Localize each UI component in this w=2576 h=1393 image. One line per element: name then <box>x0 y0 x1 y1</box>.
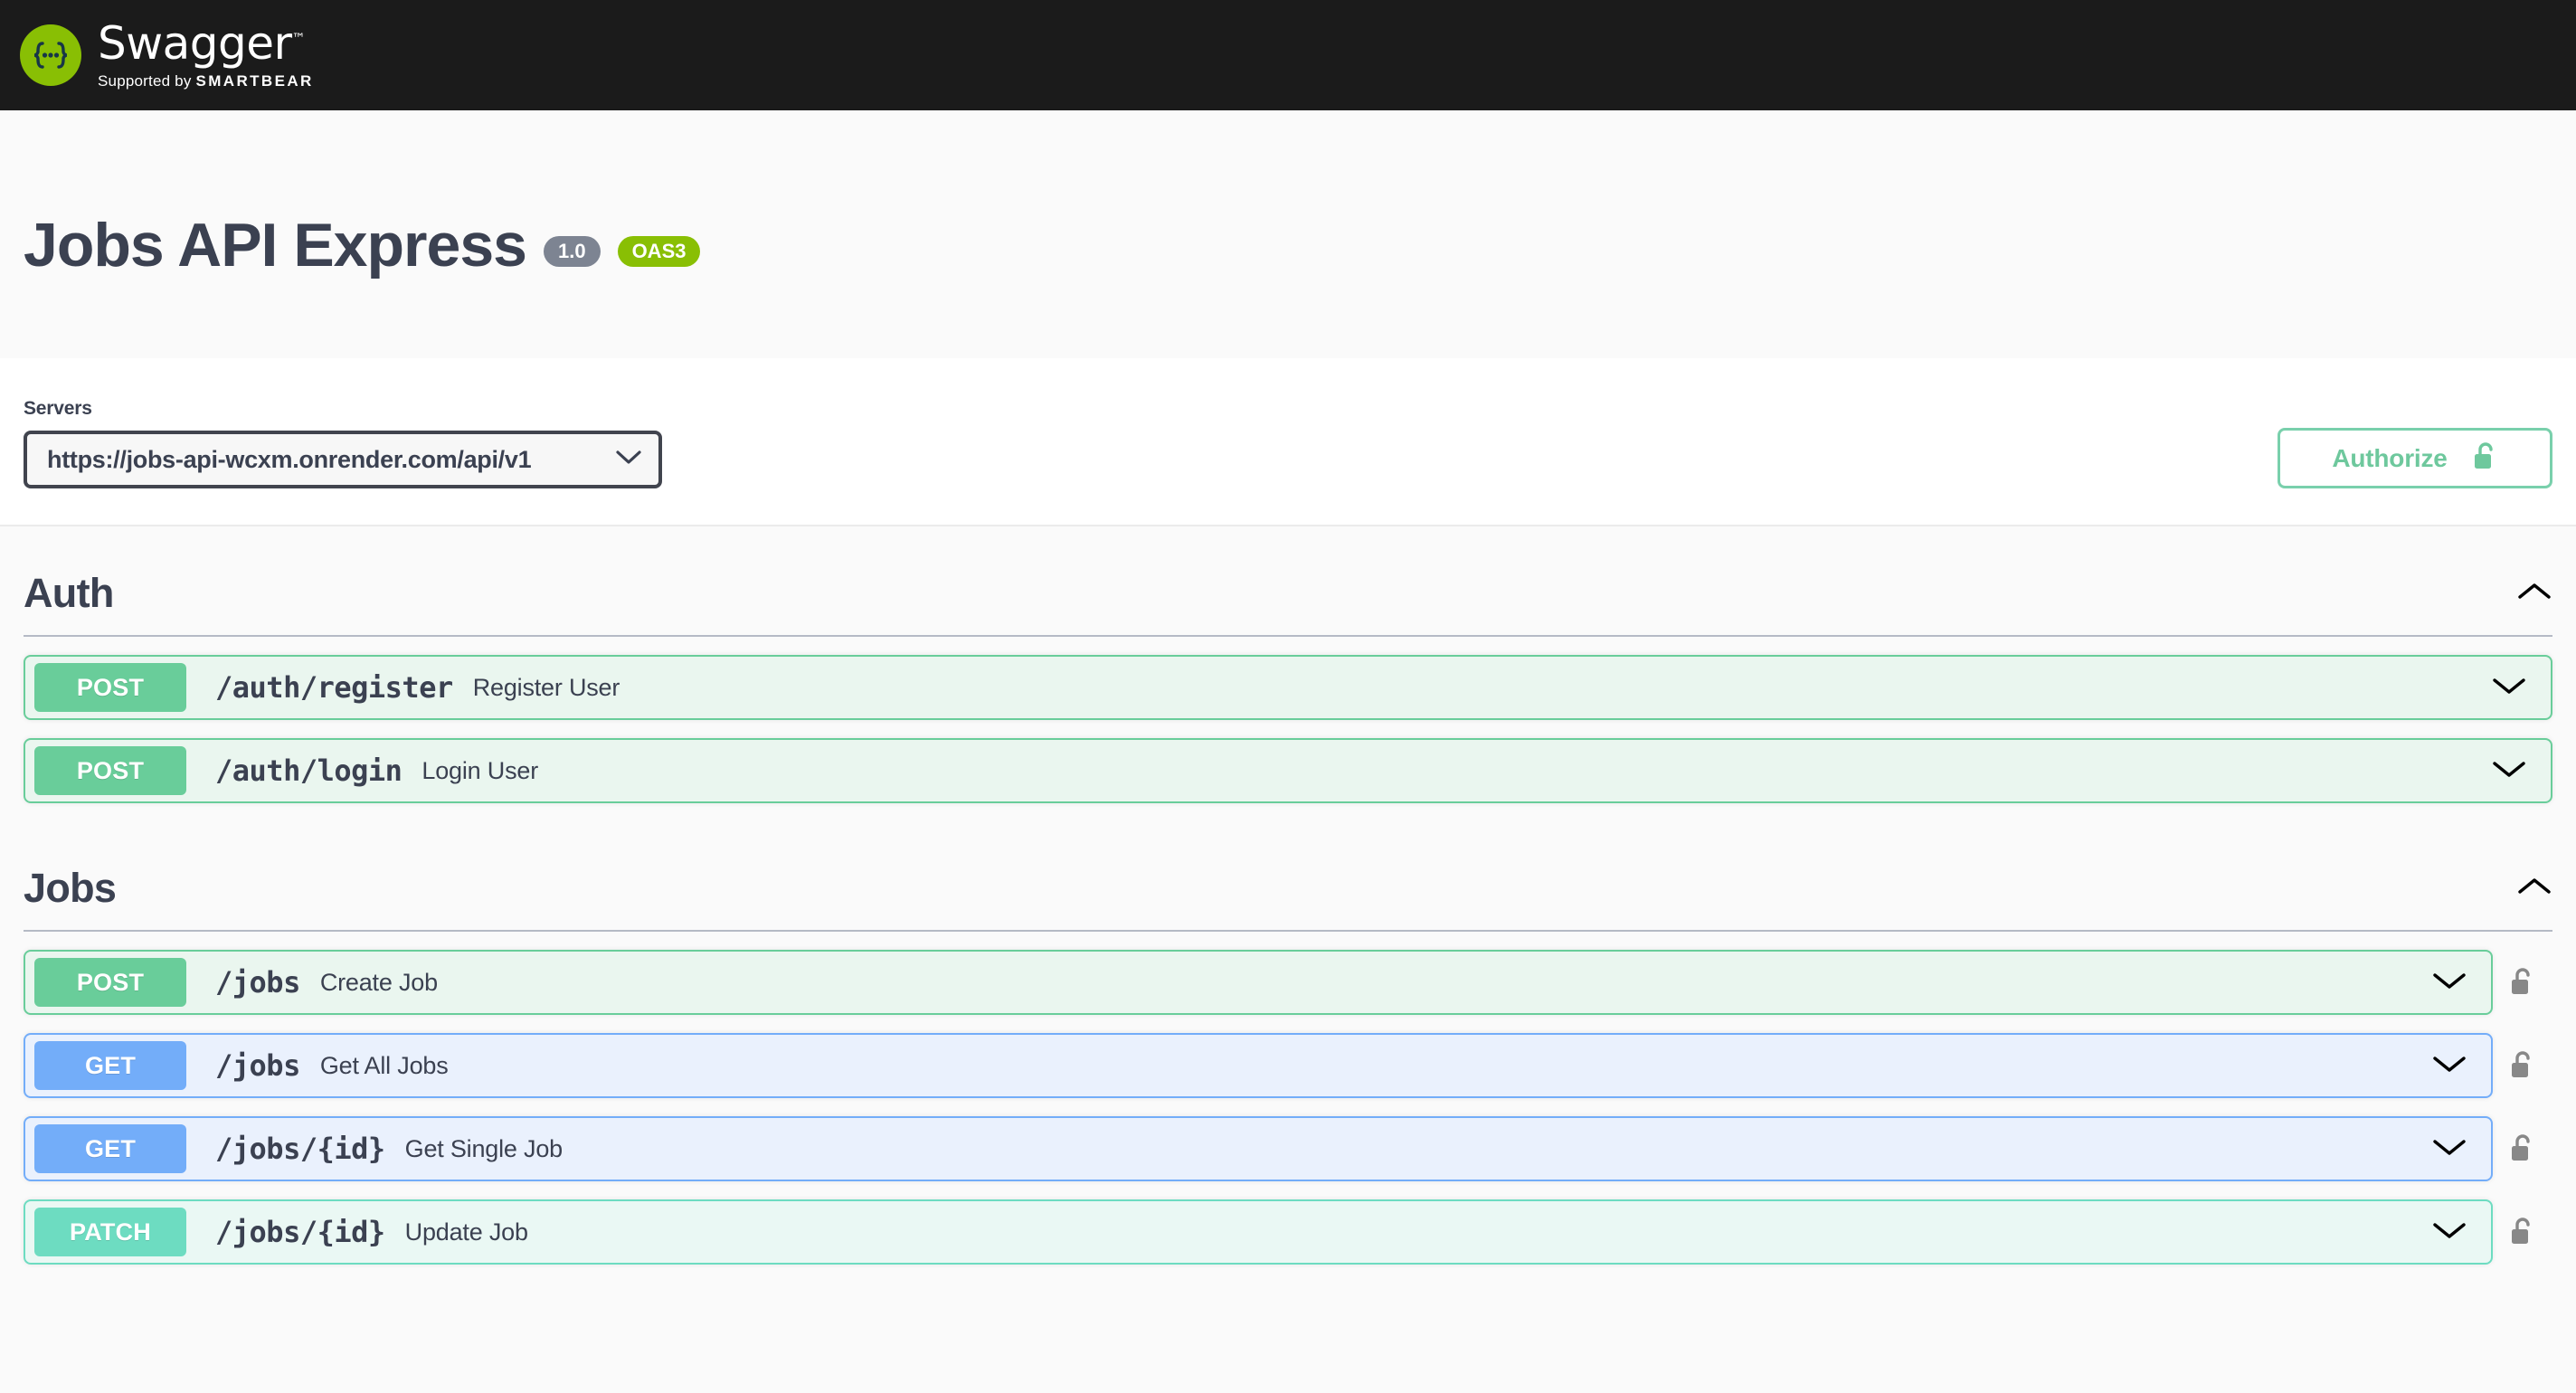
operation-summary: Get All Jobs <box>319 1051 449 1079</box>
swagger-braces-logo-icon <box>20 24 81 86</box>
server-select[interactable]: https://jobs-api-wcxm.onrender.com/api/v… <box>24 431 662 488</box>
swagger-logo-link[interactable]: Swagger™ Supported by SMARTBEAR <box>20 21 314 90</box>
top-navigation-bar: Swagger™ Supported by SMARTBEAR <box>0 0 2576 110</box>
tag-divider <box>24 930 2552 932</box>
chevron-down-icon[interactable] <box>2491 758 2527 784</box>
chevron-down-icon[interactable] <box>2491 675 2527 701</box>
chevron-up-icon[interactable] <box>2516 581 2552 607</box>
chevron-down-icon[interactable] <box>2431 1053 2467 1079</box>
operation-auth-register[interactable]: POST /auth/register Register User <box>24 655 2552 720</box>
method-badge-post: POST <box>34 663 186 712</box>
operation-jobs-update[interactable]: PATCH /jobs/{id} Update Job <box>24 1199 2493 1265</box>
api-info-block: Jobs API Express 1.0 OAS3 <box>0 110 2576 358</box>
tag-section-auth: Auth POST /auth/register Register User P… <box>24 526 2552 803</box>
page-title: Jobs API Express <box>24 211 527 280</box>
method-badge-patch: PATCH <box>34 1208 186 1256</box>
unlocked-padlock-icon <box>2473 441 2498 475</box>
servers-label: Servers <box>24 398 92 419</box>
chevron-down-icon[interactable] <box>2431 1136 2467 1162</box>
tag-name-jobs: Jobs <box>24 865 117 911</box>
trademark-symbol: ™ <box>291 29 306 46</box>
scheme-container: Servers https://jobs-api-wcxm.onrender.c… <box>0 358 2576 526</box>
title-row: Jobs API Express 1.0 OAS3 <box>24 190 701 280</box>
method-badge-get: GET <box>34 1124 186 1173</box>
chevron-down-icon[interactable] <box>2431 970 2467 996</box>
chevron-up-icon[interactable] <box>2516 876 2552 902</box>
smartbear-brand: SMARTBEAR <box>195 71 314 90</box>
swagger-wordmark: Swagger™ <box>98 16 306 70</box>
operation-summary: Register User <box>472 673 620 701</box>
tag-name-auth: Auth <box>24 570 114 616</box>
operations-container: Auth POST /auth/register Register User P… <box>0 526 2576 1265</box>
operation-path: /jobs <box>215 1048 300 1083</box>
operation-path: /auth/register <box>215 670 453 705</box>
chevron-down-icon <box>615 450 642 470</box>
operation-jobs-get-single[interactable]: GET /jobs/{id} Get Single Job <box>24 1116 2493 1181</box>
operation-summary: Create Job <box>319 968 438 996</box>
operation-path: /auth/login <box>215 753 402 788</box>
authorize-button-label: Authorize <box>2332 443 2448 472</box>
authorization-lock-button[interactable] <box>2493 1049 2552 1082</box>
method-badge-post: POST <box>34 746 186 795</box>
operation-jobs-create[interactable]: POST /jobs Create Job <box>24 950 2493 1015</box>
tag-divider <box>24 635 2552 637</box>
tag-section-jobs: Jobs POST /jobs Create Job GET /jobs Get… <box>24 821 2552 1265</box>
authorization-lock-button[interactable] <box>2493 1132 2552 1165</box>
operation-summary: Update Job <box>404 1218 528 1246</box>
authorization-lock-button[interactable] <box>2493 1216 2552 1248</box>
authorize-button[interactable]: Authorize <box>2278 428 2552 488</box>
server-select-value: https://jobs-api-wcxm.onrender.com/api/v… <box>47 445 532 473</box>
operation-jobs-get-all[interactable]: GET /jobs Get All Jobs <box>24 1033 2493 1098</box>
operation-row: POST /jobs Create Job <box>24 950 2552 1015</box>
tag-header-auth[interactable]: Auth <box>24 557 2552 635</box>
operation-path: /jobs <box>215 965 300 1000</box>
operation-summary: Login User <box>421 756 538 784</box>
chevron-down-icon[interactable] <box>2431 1219 2467 1246</box>
supported-by-line: Supported by SMARTBEAR <box>98 71 314 90</box>
operation-summary: Get Single Job <box>404 1134 564 1162</box>
operation-row: PATCH /jobs/{id} Update Job <box>24 1199 2552 1265</box>
operation-row: GET /jobs/{id} Get Single Job <box>24 1116 2552 1181</box>
operation-path: /jobs/{id} <box>215 1215 385 1249</box>
operation-path: /jobs/{id} <box>215 1132 385 1166</box>
method-badge-post: POST <box>34 958 186 1007</box>
authorization-lock-button[interactable] <box>2493 966 2552 999</box>
method-badge-get: GET <box>34 1041 186 1090</box>
operation-row: GET /jobs Get All Jobs <box>24 1033 2552 1098</box>
operation-row: POST /auth/login Login User <box>24 738 2552 803</box>
api-version-badge: 1.0 <box>543 235 601 267</box>
operation-auth-login[interactable]: POST /auth/login Login User <box>24 738 2552 803</box>
servers-block: Servers https://jobs-api-wcxm.onrender.c… <box>24 398 662 488</box>
tag-header-jobs[interactable]: Jobs <box>24 852 2552 930</box>
oas-version-badge: OAS3 <box>617 235 701 267</box>
operation-row: POST /auth/register Register User <box>24 655 2552 720</box>
